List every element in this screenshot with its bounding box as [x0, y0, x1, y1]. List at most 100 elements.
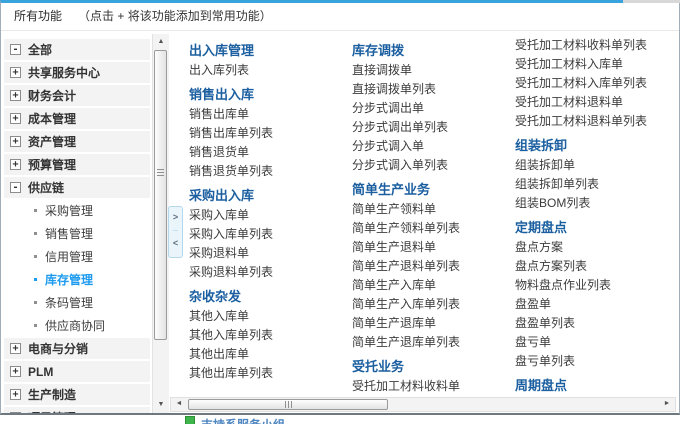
- function-link[interactable]: 直接调拨单列表: [352, 80, 515, 99]
- content-horizontal-scrollbar[interactable]: ◄ ►: [170, 397, 676, 412]
- expand-icon[interactable]: +: [10, 90, 21, 101]
- tree-item-label: 预算管理: [28, 156, 76, 173]
- tree-item[interactable]: +PLM: [4, 360, 150, 383]
- scroll-down-icon[interactable]: ▼: [153, 397, 169, 413]
- green-app-icon: [185, 416, 195, 424]
- function-link[interactable]: 盘点方案列表: [515, 257, 679, 276]
- function-link[interactable]: 采购退料单列表: [189, 263, 352, 282]
- function-link[interactable]: 盘盈单列表: [515, 314, 679, 333]
- function-link[interactable]: 简单生产退库单: [352, 314, 515, 333]
- expand-icon[interactable]: +: [10, 389, 21, 400]
- tree-splitter-control: > <: [168, 206, 183, 258]
- tree-item-label: 供应商协同: [45, 317, 105, 334]
- group-header: 销售出入库: [189, 87, 352, 103]
- tree-item[interactable]: +共享服务中心: [4, 61, 150, 84]
- function-link[interactable]: 销售退货单列表: [189, 162, 352, 181]
- function-link[interactable]: 分步式调出单: [352, 99, 515, 118]
- function-link[interactable]: 简单生产入库单: [352, 276, 515, 295]
- splitter-expand-icon[interactable]: <: [169, 233, 182, 254]
- expand-icon[interactable]: +: [10, 159, 21, 170]
- tree-item[interactable]: -供应链: [4, 176, 150, 199]
- tree-item[interactable]: 采购管理: [1, 199, 152, 222]
- expand-icon[interactable]: +: [10, 136, 21, 147]
- function-link[interactable]: 简单生产退料单: [352, 238, 515, 257]
- function-link[interactable]: 盘盈单: [515, 295, 679, 314]
- tree-item[interactable]: 信用管理: [1, 245, 152, 268]
- horizontal-scrollbar-thumb[interactable]: [188, 399, 388, 410]
- group-header: 出入库管理: [189, 43, 352, 59]
- function-link[interactable]: 盘点方案: [515, 238, 679, 257]
- function-link[interactable]: 组装BOM列表: [515, 194, 679, 213]
- function-link[interactable]: 组装拆卸单列表: [515, 175, 679, 194]
- collapse-icon[interactable]: -: [10, 182, 21, 193]
- expand-icon[interactable]: +: [10, 113, 21, 124]
- function-link[interactable]: 受托加工材料退料单列表: [515, 112, 679, 131]
- expand-icon[interactable]: +: [10, 343, 21, 354]
- function-link[interactable]: 简单生产退库单列表: [352, 333, 515, 352]
- tree-item[interactable]: 供应商协同: [1, 314, 152, 337]
- collapse-icon[interactable]: -: [10, 44, 21, 55]
- tree-item[interactable]: +财务会计: [4, 84, 150, 107]
- function-link[interactable]: 受托加工材料入库单: [515, 55, 679, 74]
- scrollbar-grip-icon: [285, 401, 293, 408]
- tree-item[interactable]: -全部: [4, 38, 150, 61]
- tree-item[interactable]: 条码管理: [1, 291, 152, 314]
- scroll-left-icon[interactable]: ◄: [171, 397, 187, 410]
- function-link[interactable]: 销售出库单列表: [189, 124, 352, 143]
- expand-icon[interactable]: +: [10, 412, 21, 413]
- function-link[interactable]: 其他入库单列表: [189, 326, 352, 345]
- background-window-strip: 支持系服务小组: [0, 415, 680, 424]
- background-partial-row: 支持系服务小组: [185, 416, 285, 424]
- bullet-icon: [34, 255, 37, 258]
- function-link[interactable]: 盘亏单: [515, 333, 679, 352]
- function-link[interactable]: 其他入库单: [189, 307, 352, 326]
- expand-icon[interactable]: +: [10, 366, 21, 377]
- tree-item[interactable]: + 预算管理: [4, 153, 150, 176]
- function-link[interactable]: 分步式调入单列表: [352, 156, 515, 175]
- function-link[interactable]: 受托加工材料退料单: [515, 93, 679, 112]
- function-link[interactable]: 受托加工材料收料单列表: [515, 36, 679, 55]
- tree-item[interactable]: +电商与分销: [4, 337, 150, 360]
- all-functions-panel: 所有功能（点击 + 将该功能添加到常用功能） -全部+共享服务中心+财务会计+成…: [0, 0, 680, 415]
- function-link[interactable]: 出入库列表: [189, 61, 352, 80]
- function-link[interactable]: 组装拆卸单: [515, 156, 679, 175]
- bullet-icon: [34, 232, 37, 235]
- top-border-gray-segment: [623, 0, 680, 3]
- function-link[interactable]: 简单生产领料单: [352, 200, 515, 219]
- function-link[interactable]: 直接调拨单: [352, 61, 515, 80]
- function-link[interactable]: 分步式调入单: [352, 137, 515, 156]
- function-link[interactable]: 分步式调出单列表: [352, 118, 515, 137]
- function-link[interactable]: 其他出库单: [189, 345, 352, 364]
- scroll-up-icon[interactable]: ▲: [153, 34, 169, 50]
- tree-item[interactable]: +资产管理: [4, 130, 150, 153]
- function-link[interactable]: 受托加工材料收料单: [352, 377, 515, 396]
- function-link[interactable]: 销售出库单: [189, 105, 352, 124]
- function-link[interactable]: 盘亏单列表: [515, 352, 679, 371]
- function-link[interactable]: 物料盘点作业列表: [515, 276, 679, 295]
- function-link[interactable]: 其他出库单列表: [189, 364, 352, 383]
- function-link[interactable]: 简单生产退料单列表: [352, 257, 515, 276]
- function-column: 库存调拨直接调拨单直接调拨单列表分步式调出单分步式调出单列表分步式调入单分步式调…: [352, 36, 515, 396]
- function-link[interactable]: 采购入库单列表: [189, 225, 352, 244]
- tree-item-label: 采购管理: [45, 202, 93, 219]
- vertical-scrollbar-thumb[interactable]: [154, 50, 167, 340]
- bullet-icon: [34, 324, 37, 327]
- tree-vertical-scrollbar[interactable]: ▲ ▼: [152, 34, 169, 413]
- tree-item[interactable]: 库存管理: [1, 268, 152, 291]
- function-list-area: 出入库管理出入库列表销售出入库销售出库单销售出库单列表销售退货单销售退货单列表采…: [169, 34, 679, 396]
- tree-item[interactable]: 销售管理: [1, 222, 152, 245]
- function-link[interactable]: 销售退货单: [189, 143, 352, 162]
- splitter-collapse-icon[interactable]: >: [169, 207, 182, 228]
- module-tree-panel: -全部+共享服务中心+财务会计+成本管理+资产管理+预算管理-供应链采购管理销售…: [1, 34, 169, 413]
- function-link[interactable]: 采购入库单: [189, 206, 352, 225]
- tree-item[interactable]: +项目管理: [4, 406, 150, 413]
- function-link[interactable]: 受托加工材料入库单列表: [515, 74, 679, 93]
- function-link[interactable]: 简单生产入库单列表: [352, 295, 515, 314]
- panel-title: 所有功能: [14, 9, 62, 23]
- function-link[interactable]: 简单生产领料单列表: [352, 219, 515, 238]
- scroll-right-icon[interactable]: ►: [659, 397, 675, 410]
- tree-item[interactable]: +成本管理: [4, 107, 150, 130]
- tree-item[interactable]: +生产制造: [4, 383, 150, 406]
- function-link[interactable]: 采购退料单: [189, 244, 352, 263]
- expand-icon[interactable]: +: [10, 67, 21, 78]
